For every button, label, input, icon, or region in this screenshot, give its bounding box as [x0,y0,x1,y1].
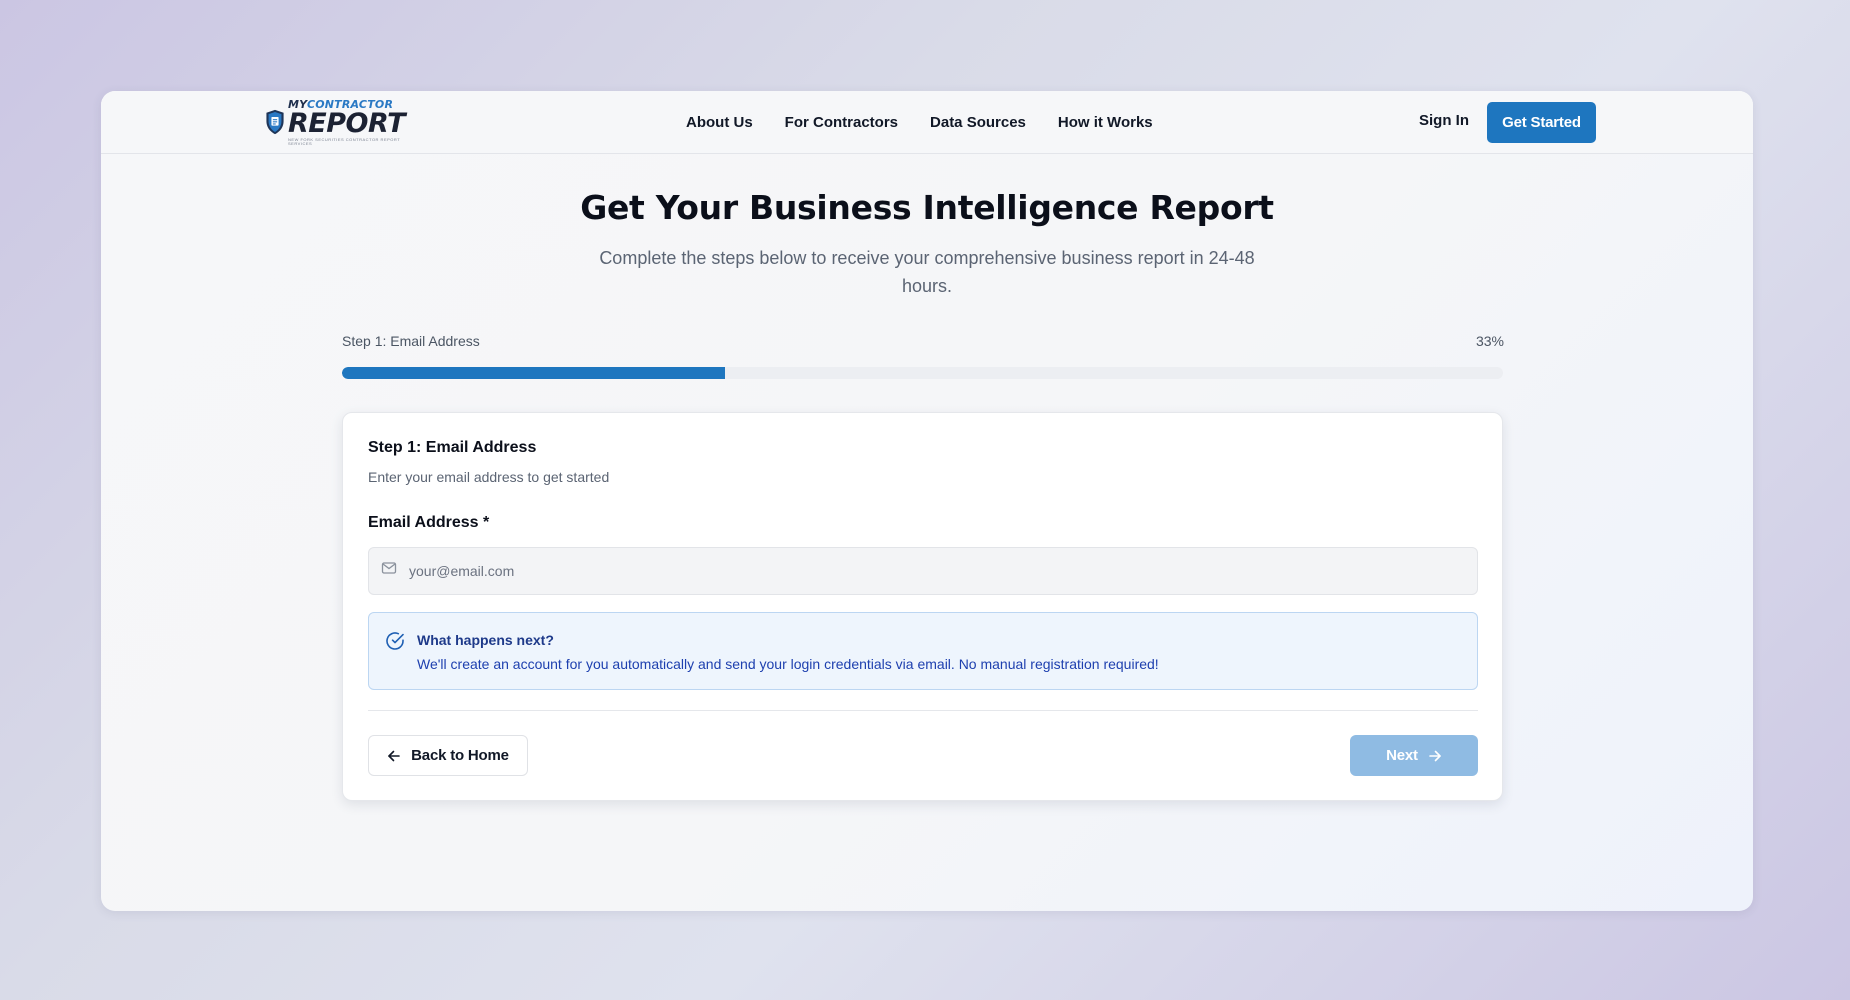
logo-wordmark: MYCONTRACTOR REPORT NEW FORK SECURITIES … [288,99,405,146]
page-subtitle: Complete the steps below to receive your… [599,248,1255,296]
shield-logo-icon [266,109,284,135]
check-circle-icon [386,632,404,650]
email-input[interactable] [409,548,1469,594]
email-field-wrapper [368,547,1478,595]
top-navbar: MYCONTRACTOR REPORT NEW FORK SECURITIES … [101,91,1753,154]
progress-percent: 33% [1475,333,1504,349]
progress-step-label: Step 1: Email Address [342,333,480,349]
email-step-card: Step 1: Email Address Enter your email a… [342,412,1503,801]
info-callout: What happens next? We'll create an accou… [368,612,1478,690]
nav-link-about-us[interactable]: About Us [686,114,753,131]
nav-link-how-it-works[interactable]: How it Works [1058,114,1153,131]
info-title: What happens next? [417,632,554,648]
app-window: MYCONTRACTOR REPORT NEW FORK SECURITIES … [101,91,1753,911]
logo-tagline: NEW FORK SECURITIES CONTRACTOR REPORT SE… [288,136,401,146]
progress-bar-fill [342,367,726,379]
logo-main-text: REPORT [288,107,405,139]
page-title: Get Your Business Intelligence Report [580,188,1274,227]
next-button-label: Next [1386,747,1418,764]
info-text: We'll create an account for you automati… [417,656,1159,672]
card-divider [368,710,1478,711]
nav-link-for-contractors[interactable]: For Contractors [785,114,898,131]
mail-icon [381,562,397,574]
back-button-label: Back to Home [411,747,509,764]
back-to-home-button[interactable]: Back to Home [368,735,528,776]
get-started-button[interactable]: Get Started [1487,102,1596,143]
nav-link-data-sources[interactable]: Data Sources [930,114,1026,131]
sign-in-link[interactable]: Sign In [1419,112,1469,129]
email-field-label: Email Address * [368,514,490,531]
main-nav: About Us For Contractors Data Sources Ho… [686,91,1153,154]
arrow-right-icon [1429,750,1441,761]
brand-logo[interactable]: MYCONTRACTOR REPORT NEW FORK SECURITIES … [265,99,405,146]
progress-bar [342,367,1503,379]
next-button[interactable]: Next [1350,735,1478,776]
step-title: Step 1: Email Address [368,439,537,456]
arrow-left-icon [388,750,400,761]
step-subtitle: Enter your email address to get started [368,469,610,485]
